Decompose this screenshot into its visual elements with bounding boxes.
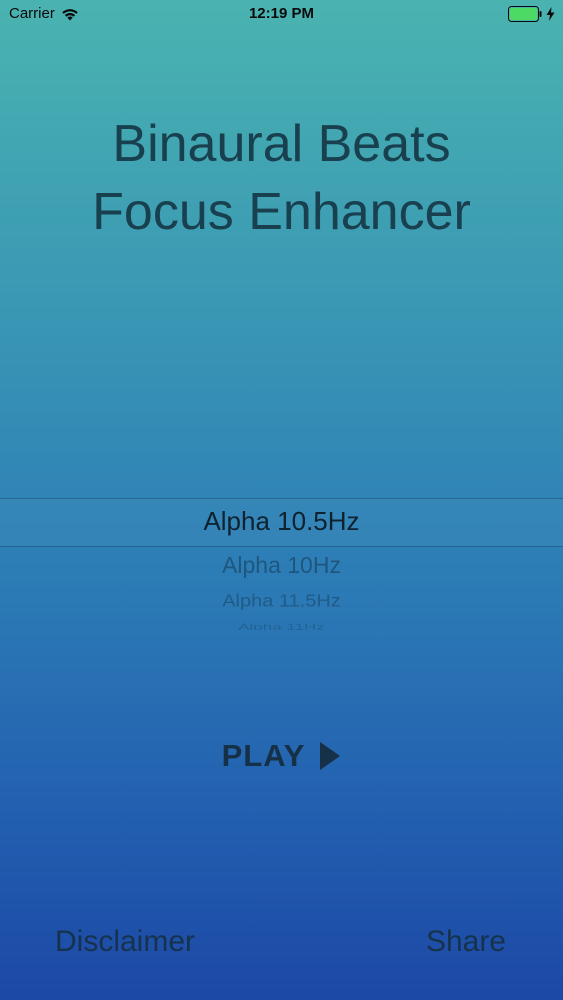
frequency-picker[interactable]: Alpha 10.5Hz Alpha 10Hz Alpha 11.5Hz Alp… — [0, 498, 563, 648]
picker-divider-top — [0, 498, 563, 499]
page-title: Binaural Beats Focus Enhancer — [0, 110, 563, 246]
title-line-2: Focus Enhancer — [92, 183, 471, 241]
picker-option-selected[interactable]: Alpha 10.5Hz — [0, 506, 563, 537]
play-label: PLAY — [221, 738, 306, 773]
disclaimer-button[interactable]: Disclaimer — [55, 925, 195, 959]
status-bar: Carrier 12:19 PM — [0, 0, 563, 30]
status-time: 12:19 PM — [248, 5, 315, 22]
battery-icon — [508, 6, 542, 22]
picker-option[interactable]: Alpha 10Hz — [0, 552, 563, 579]
status-right — [508, 6, 555, 22]
title-line-1: Binaural Beats — [112, 115, 451, 173]
share-button[interactable]: Share — [426, 925, 506, 959]
picker-option[interactable]: Alpha 11.5Hz — [0, 591, 563, 612]
play-triangle-icon — [320, 742, 341, 770]
picker-option[interactable]: Alpha 11Hz — [0, 622, 563, 630]
picker-divider-bottom — [0, 546, 563, 547]
charging-bolt-icon — [546, 7, 555, 21]
play-button[interactable]: PLAY — [0, 738, 563, 774]
